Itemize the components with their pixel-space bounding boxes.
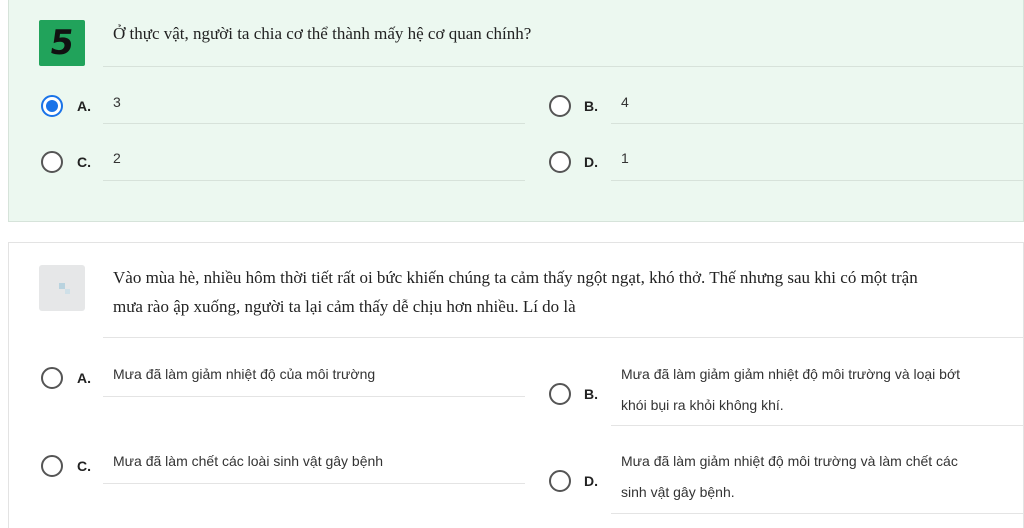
divider [103, 337, 1023, 338]
radio-icon[interactable] [549, 95, 571, 117]
question-number-badge: 5 [39, 20, 85, 66]
radio-icon[interactable] [41, 367, 63, 389]
radio-icon[interactable] [41, 455, 63, 477]
divider [103, 66, 1023, 67]
radio-icon[interactable] [549, 151, 571, 173]
question-image-placeholder-icon [39, 265, 85, 311]
radio-icon[interactable] [549, 470, 571, 492]
question-text: Vào mùa hè, nhiều hôm thời tiết rất oi b… [113, 268, 918, 316]
radio-icon[interactable] [549, 383, 571, 405]
question-card-5: 5 Ở thực vật, người ta chia cơ thể thành… [8, 0, 1024, 222]
radio-icon[interactable] [41, 151, 63, 173]
question-text: Ở thực vật, người ta chia cơ thể thành m… [113, 24, 532, 43]
radio-selected-icon[interactable] [41, 95, 63, 117]
question-card-6: Vào mùa hè, nhiều hôm thời tiết rất oi b… [8, 242, 1024, 528]
